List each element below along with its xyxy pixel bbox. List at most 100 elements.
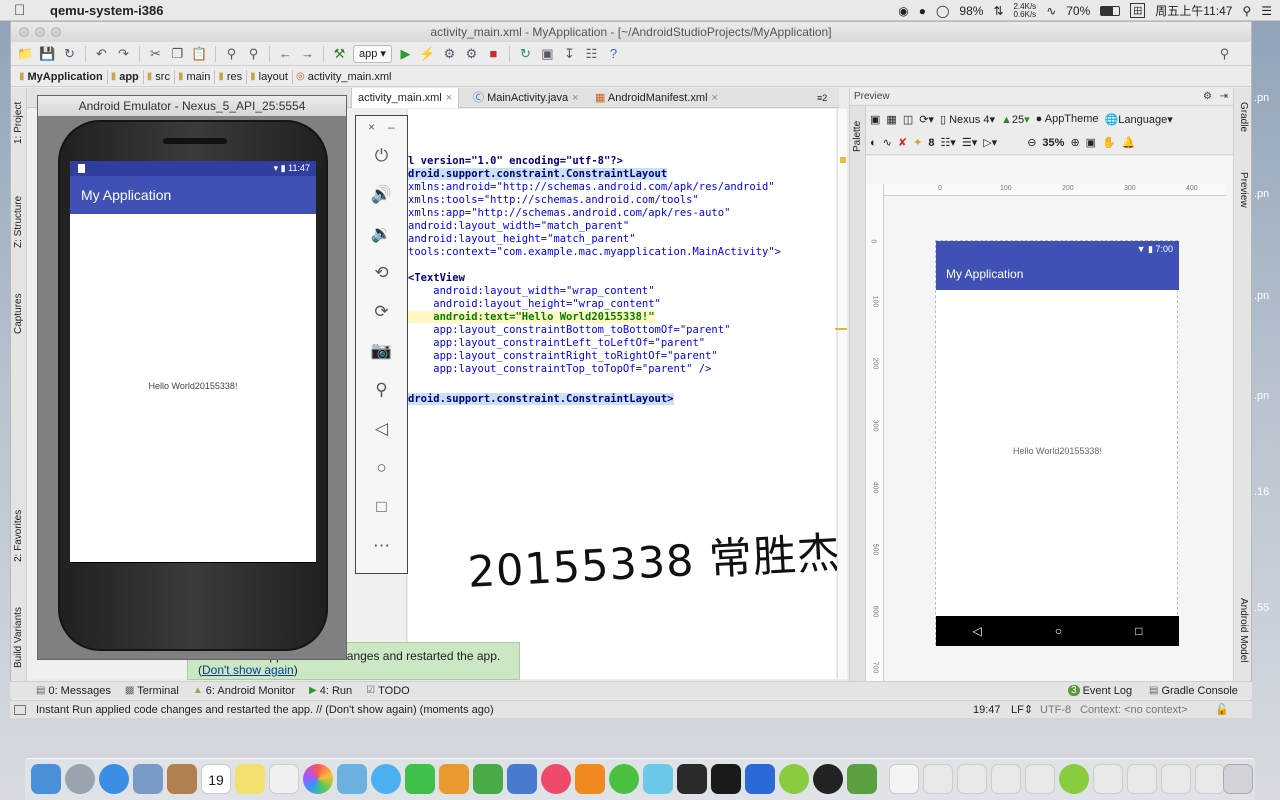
theme-select[interactable]: ● AppTheme bbox=[1036, 113, 1099, 125]
clear-constraints-icon[interactable]: ✘ bbox=[898, 136, 907, 149]
tool-gradle-console[interactable]: ▤ Gradle Console bbox=[1149, 685, 1238, 697]
avd-manager-icon[interactable]: ▣ bbox=[539, 46, 556, 62]
tab-overflow-button[interactable]: ≡2 bbox=[811, 88, 833, 108]
screenshot-thumb-icon[interactable] bbox=[1195, 764, 1225, 794]
tool-event-log[interactable]: 3 Event Log bbox=[1068, 685, 1132, 697]
back-icon[interactable]: ◁ bbox=[356, 419, 407, 439]
context-info[interactable]: Context: <no context> bbox=[1080, 704, 1188, 716]
status-toggle-icon[interactable] bbox=[14, 704, 26, 715]
android-device-monitor-icon[interactable]: ☷ bbox=[583, 46, 600, 62]
emulator-title[interactable]: Android Emulator - Nexus_5_API_25:5554 bbox=[38, 96, 346, 116]
volume-down-icon[interactable]: 🔉 bbox=[356, 224, 407, 244]
status-message[interactable]: Instant Run applied code changes and res… bbox=[36, 704, 494, 716]
tab-android-manifest-xml[interactable]: ▦ AndroidManifest.xml × bbox=[589, 88, 724, 108]
device-screen[interactable]: ▾ ▮ 11:47 My Application Hello World2015… bbox=[70, 161, 316, 563]
android-folder-icon[interactable] bbox=[1059, 764, 1089, 794]
device-select[interactable]: ▯ Nexus 4▾ bbox=[940, 113, 995, 126]
screenshot-thumb-icon[interactable] bbox=[957, 764, 987, 794]
spotlight-icon[interactable]: ⚲ bbox=[1242, 4, 1251, 18]
tool-android-model[interactable]: Android Model bbox=[1238, 598, 1249, 662]
zoom-window-icon[interactable] bbox=[51, 27, 61, 37]
breadcrumb-file[interactable]: ◎ activity_main.xml bbox=[296, 70, 395, 84]
tool-terminal[interactable]: ▩ Terminal bbox=[125, 685, 179, 697]
safari-icon[interactable] bbox=[99, 764, 129, 794]
tool-android-monitor[interactable]: ▲ 6: Android Monitor bbox=[193, 685, 295, 697]
stop-icon[interactable]: ■ bbox=[485, 46, 502, 61]
screenshot-thumb-icon[interactable] bbox=[1161, 764, 1191, 794]
both-views-icon[interactable]: ◫ bbox=[903, 113, 913, 126]
wifi-icon[interactable]: ∿ bbox=[1046, 4, 1056, 18]
power-icon[interactable]: ⏻ bbox=[356, 146, 407, 166]
intellij-icon[interactable] bbox=[711, 764, 741, 794]
battery-icon[interactable] bbox=[1100, 5, 1121, 16]
replace-icon[interactable]: ⚲ bbox=[245, 46, 262, 62]
orientation-icon[interactable]: ⟳▾ bbox=[919, 113, 934, 126]
forward-icon[interactable]: → bbox=[299, 46, 316, 61]
tool-build-variants[interactable]: Build Variants bbox=[13, 607, 24, 668]
apple-menu-icon[interactable]:  bbox=[14, 2, 30, 19]
redo-icon[interactable]: ↷ bbox=[115, 46, 132, 62]
facetime-icon[interactable] bbox=[405, 764, 435, 794]
screenshot-thumb-icon[interactable] bbox=[1127, 764, 1157, 794]
rotate-right-icon[interactable]: ⟳ bbox=[356, 302, 407, 322]
lock-icon[interactable]: 🔓 bbox=[1215, 703, 1229, 716]
sync-icon[interactable]: ↻ bbox=[61, 46, 78, 62]
debug-icon[interactable]: ⚙ bbox=[441, 46, 458, 62]
save-all-icon[interactable]: 💾 bbox=[39, 46, 56, 62]
breadcrumb-project[interactable]: ▮ MyApplication bbox=[19, 69, 108, 84]
zoom-fit-icon[interactable]: ▣ bbox=[1086, 136, 1096, 149]
breadcrumb-layout[interactable]: ▮ layout bbox=[250, 69, 293, 84]
run-icon[interactable]: ▶ bbox=[397, 46, 414, 62]
zoom-icon[interactable]: ⚲ bbox=[356, 380, 407, 400]
ibooks-icon[interactable] bbox=[575, 764, 605, 794]
numbers-icon[interactable] bbox=[473, 764, 503, 794]
network-speed[interactable]: 2.4K/s 0.6K/s bbox=[1014, 2, 1037, 19]
preview-device-frame[interactable]: ▼ ▮ 7:00 My Application Hello World20155… bbox=[935, 240, 1179, 646]
zoom-out-icon[interactable]: ⊖ bbox=[1027, 136, 1036, 149]
screenshot-thumb-icon[interactable] bbox=[991, 764, 1021, 794]
qq-icon[interactable]: ● bbox=[919, 4, 926, 18]
tool-favorites[interactable]: 2: Favorites bbox=[13, 510, 24, 562]
reminders-icon[interactable] bbox=[269, 764, 299, 794]
tool-messages[interactable]: ▤ 0: Messages bbox=[36, 685, 111, 697]
wechat-app-icon[interactable] bbox=[609, 764, 639, 794]
warning-stripe-marker[interactable] bbox=[835, 328, 847, 330]
preview-app-icon[interactable] bbox=[337, 764, 367, 794]
volume-up-icon[interactable]: 🔊 bbox=[356, 185, 407, 205]
vpn-icon[interactable] bbox=[745, 764, 775, 794]
search-everywhere-icon[interactable]: ⚲ bbox=[1216, 46, 1233, 62]
screenshot-thumb-icon[interactable] bbox=[1093, 764, 1123, 794]
finder-icon[interactable] bbox=[31, 764, 61, 794]
file-encoding[interactable]: UTF-8 bbox=[1040, 704, 1071, 716]
launchpad-icon[interactable] bbox=[65, 764, 95, 794]
copy-icon[interactable]: ❐ bbox=[169, 46, 186, 62]
home-icon[interactable]: ○ bbox=[356, 458, 407, 478]
cut-icon[interactable]: ✂ bbox=[147, 46, 164, 62]
gradle-sync-icon[interactable]: ↻ bbox=[517, 46, 534, 62]
tab-main-activity-java[interactable]: Ⓒ MainActivity.java × bbox=[467, 88, 585, 108]
mail-icon[interactable] bbox=[133, 764, 163, 794]
default-margin[interactable]: 8 bbox=[928, 137, 934, 149]
tool-gradle[interactable]: Gradle bbox=[1238, 102, 1249, 132]
tool-project[interactable]: 1: Project bbox=[13, 102, 24, 144]
android-studio-icon[interactable] bbox=[779, 764, 809, 794]
close-tab-icon[interactable]: × bbox=[572, 92, 578, 104]
close-tab-icon[interactable]: × bbox=[712, 92, 718, 104]
undo-icon[interactable]: ↶ bbox=[93, 46, 110, 62]
preview-settings-icon[interactable]: ⚙ bbox=[1203, 88, 1212, 106]
make-project-icon[interactable]: ⚒ bbox=[331, 46, 348, 62]
breadcrumb-res[interactable]: ▮ res bbox=[218, 69, 248, 84]
tool-palette[interactable]: Palette bbox=[852, 121, 863, 152]
show-constraints-icon[interactable]: ◐ bbox=[870, 137, 877, 149]
find-icon[interactable]: ⚲ bbox=[223, 46, 240, 62]
breadcrumb-app[interactable]: ▮ app bbox=[111, 69, 144, 84]
screenshot-icon[interactable]: 📷 bbox=[356, 341, 407, 361]
clock[interactable]: 周五上午11:47 bbox=[1155, 2, 1232, 19]
wechat-icon[interactable]: ◉ bbox=[898, 4, 908, 18]
tool-run[interactable]: ▶ 4: Run bbox=[309, 685, 352, 697]
more-icon[interactable]: ⋯ bbox=[356, 536, 407, 556]
language-select[interactable]: 🌐Language▾ bbox=[1105, 113, 1173, 126]
notification-center-icon[interactable]: ☰ bbox=[1261, 4, 1272, 18]
caret-position[interactable]: 19:47 bbox=[973, 704, 1001, 716]
notes-icon[interactable] bbox=[235, 764, 265, 794]
